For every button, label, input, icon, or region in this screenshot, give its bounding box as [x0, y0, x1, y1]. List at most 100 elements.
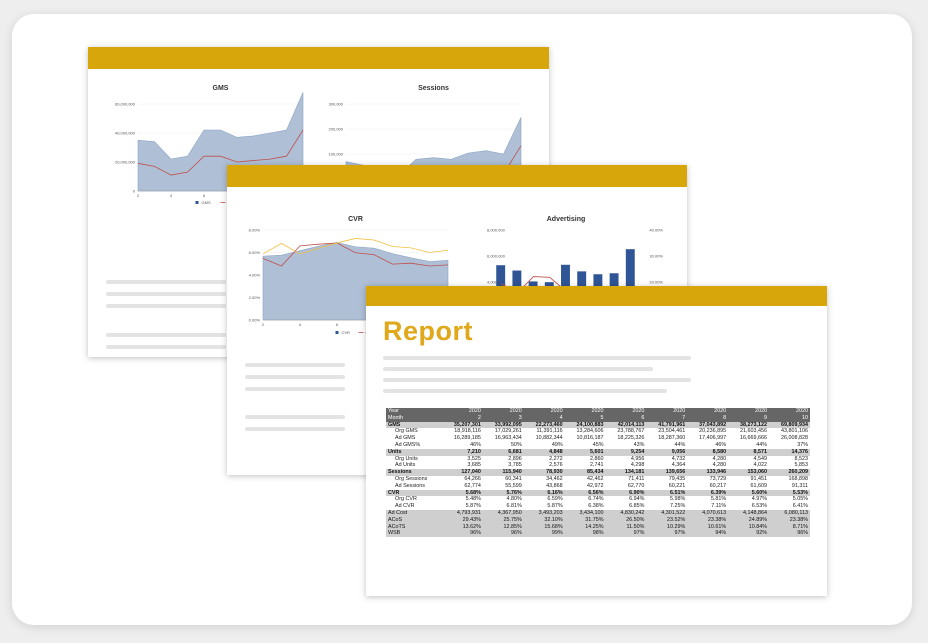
- table-cell: 6.41%: [769, 503, 810, 510]
- table-cell: 3,785: [482, 462, 524, 470]
- table-cell: 10,816,187: [564, 435, 606, 442]
- table-cell: 33,992,095: [482, 421, 524, 429]
- table-cell: 8.71%: [769, 523, 810, 531]
- table-cell: 98%: [564, 530, 606, 538]
- table-cell: 97%: [646, 530, 688, 538]
- table-cell: 96%: [482, 530, 524, 538]
- placeholder-line: [383, 389, 667, 393]
- table-cell: 31.75%: [564, 516, 606, 524]
- table-cell: 26,008,828: [769, 435, 810, 442]
- table-cell: 43%: [605, 441, 647, 449]
- table-cell: 9: [728, 414, 769, 422]
- table-cell: 2,576: [523, 462, 565, 470]
- table-row: Sessions 127,040 115,940 78,930 85,434 134,18…: [386, 469, 810, 476]
- table-cell: 16,289,185: [442, 435, 483, 442]
- table-cell: 10: [769, 414, 810, 422]
- table-cell: 17,406,997: [687, 435, 729, 442]
- table-cell: 2020: [482, 408, 524, 415]
- table-cell: 16,669,666: [728, 435, 769, 442]
- table-cell: 2020: [564, 408, 606, 415]
- table-cell: 4,364: [646, 462, 688, 470]
- table-cell: 6.16%: [523, 489, 565, 497]
- table-row: GMS 35,207,301 33,992,095 22,273,460 24,100,…: [386, 421, 810, 429]
- table-cell: 6.53%: [728, 503, 769, 510]
- table-cell: 91,311: [769, 482, 810, 490]
- table-cell: 23.52%: [646, 516, 688, 524]
- table-cell: 4.97%: [728, 496, 769, 504]
- table-cell: 69,809,934: [769, 421, 810, 429]
- y-tick-label: 8.00%: [249, 228, 261, 233]
- table-cell: 79,435: [646, 475, 688, 483]
- table-cell: 42,014,113: [605, 421, 647, 429]
- table-cell: 22,273,460: [523, 421, 565, 429]
- table-cell: 23.38%: [769, 516, 810, 524]
- row-label: ACoS: [386, 516, 442, 524]
- table-cell: 5.05%: [769, 496, 810, 504]
- table-cell: 7: [646, 414, 688, 422]
- table-cell: 37%: [769, 441, 810, 449]
- y-tick-label: 0.00%: [249, 318, 261, 323]
- table-cell: 18,918,116: [442, 428, 483, 436]
- table-cell: 44%: [728, 441, 769, 449]
- row-label: Month: [386, 414, 442, 422]
- table-cell: 5,601: [564, 448, 606, 456]
- table-cell: 4: [523, 414, 565, 422]
- table-row: Ad Units 3,685 3,785 2,576 2,741 4,298 4,364 4,…: [386, 462, 810, 470]
- table-row: ACoTS 13.62% 12.85% 15.68% 14.25% 11.50% 10.29…: [386, 523, 810, 531]
- table-cell: 46%: [442, 441, 483, 449]
- table-row: CVR 5.68% 5.76% 6.16% 6.56% 6.90% 6.51% 6.39% 5.…: [386, 489, 810, 497]
- table-cell: 5: [564, 414, 606, 422]
- table-cell: 9,254: [605, 448, 647, 456]
- table-cell: 60,341: [482, 475, 524, 483]
- y-tick-label: 20,000,000: [115, 160, 136, 165]
- table-cell: 15.68%: [523, 523, 565, 531]
- table-cell: 11.50%: [605, 523, 647, 531]
- table-cell: 5,853: [769, 462, 810, 470]
- table-cell: 2020: [442, 408, 483, 415]
- table-cell: 5.81%: [687, 496, 729, 504]
- table-cell: 99%: [523, 530, 565, 538]
- y2-tick-label: 40.00%: [649, 228, 663, 233]
- table-cell: 21,603,456: [728, 428, 769, 436]
- row-label: ACoTS: [386, 523, 442, 531]
- table-cell: 6.59%: [523, 496, 565, 504]
- table-cell: 139,656: [646, 469, 688, 476]
- row-label: Ad Sessions: [386, 482, 442, 490]
- table-cell: 6,681: [482, 448, 524, 456]
- table-row: ACoS 29.43% 25.75% 32.10% 31.75% 26.50% 23.52%…: [386, 516, 810, 524]
- table-cell: 10,882,344: [523, 435, 565, 442]
- table-cell: 6.39%: [687, 489, 729, 497]
- table-cell: 96%: [769, 530, 810, 538]
- table-row: Year 2020 2020 2020 2020 2020 2020 2020 2020 2020: [386, 408, 810, 415]
- table-cell: 4,148,864: [728, 509, 769, 517]
- table-cell: 10.61%: [687, 523, 729, 531]
- table-cell: 55,599: [482, 482, 524, 490]
- table-cell: 115,940: [482, 469, 524, 476]
- table-cell: 23,788,767: [605, 428, 647, 436]
- table-cell: 3,685: [442, 462, 483, 470]
- table-cell: 23,504,461: [646, 428, 688, 436]
- table-cell: 38,273,122: [728, 421, 769, 429]
- table-row: Ad CVR 5.87% 6.81% 5.87% 6.38% 6.85% 7.25% 7.11…: [386, 503, 810, 510]
- table-cell: 153,060: [728, 469, 769, 476]
- table-cell: 4,549: [728, 455, 769, 463]
- table-cell: 9,056: [646, 448, 688, 456]
- table-cell: 5.98%: [646, 496, 688, 504]
- table-cell: 73,729: [687, 475, 729, 483]
- table-cell: 4,830,242: [605, 509, 647, 517]
- row-label: Org GMS: [386, 428, 442, 436]
- table-cell: 3,493,203: [523, 509, 565, 517]
- table-cell: 4.80%: [482, 496, 524, 504]
- x-tick-label: 2: [137, 193, 140, 198]
- y2-tick-label: 30.00%: [649, 254, 663, 259]
- row-label: Sessions: [386, 469, 442, 476]
- table-cell: 43,868: [523, 482, 565, 490]
- table-cell: 5.87%: [442, 503, 483, 510]
- table-cell: 50%: [482, 441, 524, 449]
- table-cell: 24.89%: [728, 516, 769, 524]
- table-cell: 2020: [769, 408, 810, 415]
- table-cell: 18,287,360: [646, 435, 688, 442]
- table-cell: 4,367,950: [482, 509, 524, 517]
- table-cell: 92%: [728, 530, 769, 538]
- table-cell: 18,225,326: [605, 435, 647, 442]
